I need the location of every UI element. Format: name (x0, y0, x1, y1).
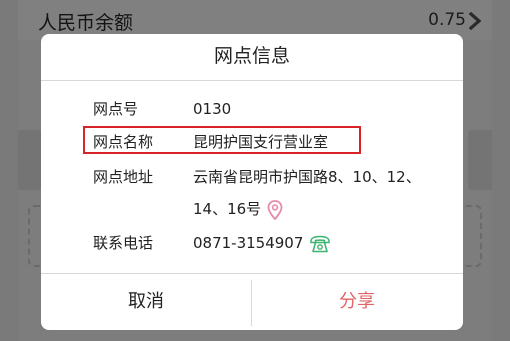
background-panel-left (18, 130, 42, 190)
branch-number-value: 0130 (193, 100, 232, 118)
branch-address-line2-text: 14、16号 (193, 200, 262, 218)
map-pin-icon[interactable] (267, 199, 283, 220)
balance-value: 0.75 (428, 10, 466, 30)
background-panel-right (468, 130, 492, 190)
branch-address-value-line2: 14、16号 (193, 198, 283, 220)
branch-info-dialog: 网点信息 网点号 0130 网点名称 昆明护国支行营业室 网点地址 云南省昆明市… (41, 34, 463, 330)
branch-name-label: 网点名称 (93, 133, 154, 151)
branch-number-label: 网点号 (93, 100, 139, 118)
branch-name-value: 昆明护国支行营业室 (193, 133, 329, 151)
share-button[interactable]: 分享 (252, 274, 462, 330)
dialog-title: 网点信息 (213, 45, 290, 67)
branch-phone-value-wrap: 0871-3154907 (193, 232, 331, 254)
cancel-button[interactable]: 取消 (41, 274, 251, 330)
title-divider (41, 80, 463, 81)
branch-address-label: 网点地址 (93, 168, 154, 186)
balance-label: 人民币余额 (38, 12, 134, 34)
branch-phone-label: 联系电话 (93, 234, 154, 252)
chevron-right-icon (468, 12, 482, 30)
branch-address-value: 云南省昆明市护国路8、10、12、 (193, 168, 421, 186)
screen: 人民币余额 0.75 网点信息 网点号 0130 网点名称 昆明护国支行营业室 … (0, 0, 510, 341)
telephone-icon[interactable] (309, 235, 331, 253)
branch-phone-value[interactable]: 0871-3154907 (193, 234, 303, 252)
